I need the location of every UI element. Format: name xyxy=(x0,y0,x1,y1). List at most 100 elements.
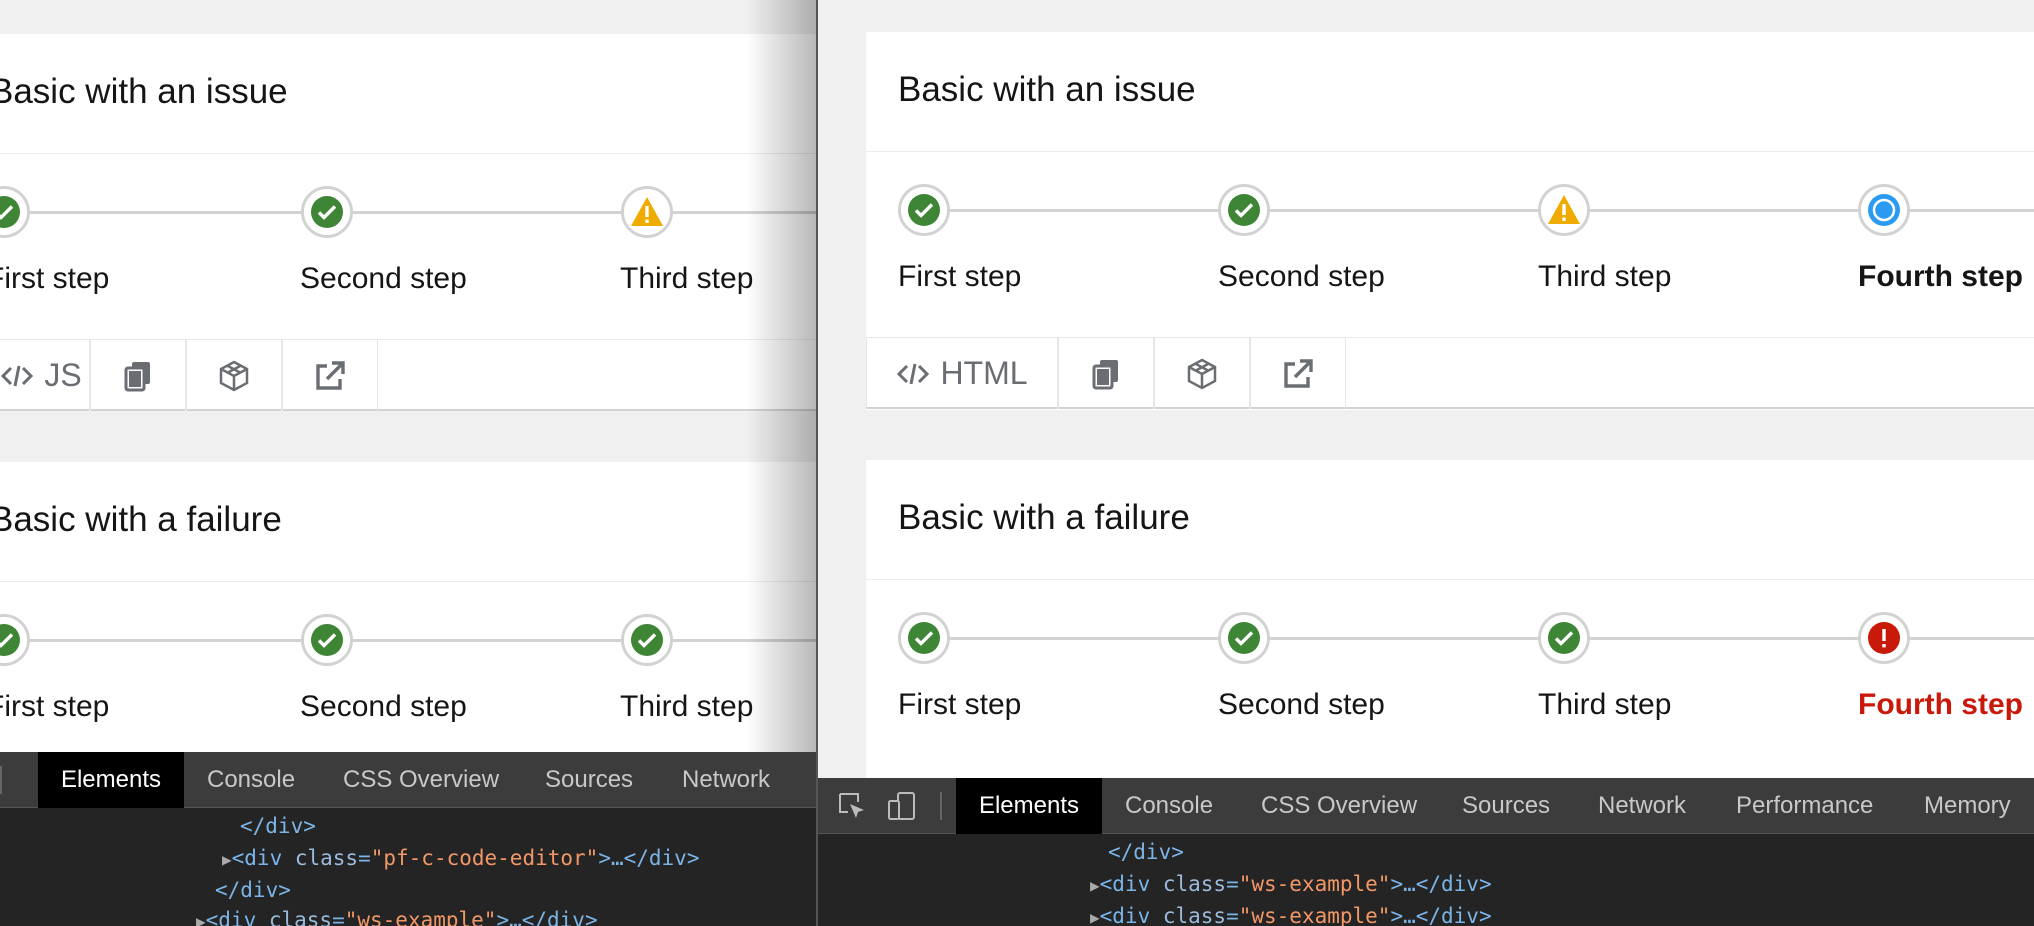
step-icon xyxy=(1538,184,1590,236)
devtools-tab-bar: Elements Console CSS Overview Sources Ne… xyxy=(818,778,2034,834)
tab-css-overview[interactable]: CSS Overview xyxy=(1261,778,1417,834)
tab-css-overview[interactable]: CSS Overview xyxy=(343,752,499,808)
step-icon xyxy=(1858,612,1910,664)
check-circle-icon xyxy=(908,622,940,654)
tab-network[interactable]: Network xyxy=(682,752,770,808)
devtools-tab-bar: Elements Console CSS Overview Sources Ne… xyxy=(0,752,816,808)
dom-node[interactable]: ▶<div class="ws-example">…</div> xyxy=(1090,904,1492,926)
step-label-current: Fourth step xyxy=(1858,260,2023,293)
lang-label: HTML xyxy=(940,355,1028,391)
copy-icon xyxy=(124,361,150,391)
dom-node[interactable]: ▶<div class="ws-example">…</div> xyxy=(1090,872,1492,896)
tab-memory[interactable]: Memory xyxy=(1924,778,2011,834)
check-circle-icon xyxy=(0,624,20,656)
code-toolbar: HTML xyxy=(866,337,2034,409)
codesandbox-button[interactable] xyxy=(1154,337,1250,409)
codesandbox-icon xyxy=(1187,358,1217,389)
open-new-window-button[interactable] xyxy=(282,339,378,411)
code-text: <div xyxy=(1099,904,1163,926)
divider xyxy=(866,151,2034,152)
code-value: "pf-c-code-editor" xyxy=(370,846,599,870)
example-card-failure: Basic with a failure First step Second s… xyxy=(0,462,816,762)
open-new-window-button[interactable] xyxy=(1250,337,1346,409)
example-card-issue: Basic with an issue First step Second st… xyxy=(866,32,2034,410)
step-icon xyxy=(301,186,353,238)
check-circle-icon xyxy=(631,624,663,656)
step-label: Second step xyxy=(1218,260,1385,293)
left-browser-pane: Basic with an issue First step Second st… xyxy=(0,0,816,926)
step-connector xyxy=(0,211,816,214)
code-text: >…</div> xyxy=(598,846,700,870)
dom-node[interactable]: </div> xyxy=(240,814,316,838)
step-icon xyxy=(0,186,30,238)
tab-sources[interactable]: Sources xyxy=(545,752,633,808)
step-label: Second step xyxy=(1218,688,1385,721)
section-title: Basic with an issue xyxy=(0,72,288,111)
tab-performance[interactable]: Performance xyxy=(1736,778,1873,834)
tab-console[interactable]: Console xyxy=(207,752,295,808)
code-text: <div xyxy=(231,846,295,870)
device-toolbar-icon[interactable] xyxy=(886,790,918,822)
dom-node[interactable]: </div> xyxy=(215,878,291,902)
step-label: Third step xyxy=(620,262,754,295)
code-toolbar: JS xyxy=(0,339,816,411)
dom-node[interactable]: </div> xyxy=(1108,840,1184,864)
tab-network[interactable]: Network xyxy=(1598,778,1686,834)
code-icon xyxy=(897,363,930,384)
step-label: Second step xyxy=(300,690,467,723)
code-attr: class xyxy=(294,846,359,870)
devtools-panel: Elements Console CSS Overview Sources Ne… xyxy=(818,778,2034,926)
right-browser-pane: Basic with an issue First step Second st… xyxy=(816,0,2034,926)
dom-node[interactable]: ▶<div class="ws-example">…</div> xyxy=(196,908,598,926)
step-icon xyxy=(621,614,673,666)
code-text: <div xyxy=(205,908,269,926)
tab-console[interactable]: Console xyxy=(1125,778,1213,834)
step-icon xyxy=(1218,612,1270,664)
expand-triangle-icon[interactable]: ▶ xyxy=(1090,908,1100,926)
step-icon xyxy=(1218,184,1270,236)
section-title: Basic with an issue xyxy=(898,70,1196,109)
tab-elements[interactable]: Elements xyxy=(956,778,1102,834)
section-title: Basic with a failure xyxy=(898,498,1190,537)
codesandbox-icon xyxy=(219,360,249,391)
code-value: "ws-example" xyxy=(344,908,497,926)
code-text: </div> xyxy=(1108,840,1184,864)
tab-sources[interactable]: Sources xyxy=(1462,778,1550,834)
html-code-toggle-button[interactable]: HTML xyxy=(866,337,1058,409)
step-icon xyxy=(301,614,353,666)
divider xyxy=(866,579,2034,580)
copy-button[interactable] xyxy=(1058,337,1154,409)
devtools-panel: Elements Console CSS Overview Sources Ne… xyxy=(0,752,816,926)
js-code-toggle-button[interactable]: JS xyxy=(0,339,90,411)
dom-node[interactable]: ▶<div class="pf-c-code-editor">…</div> xyxy=(222,846,699,870)
code-text: <div xyxy=(1099,872,1163,896)
copy-button[interactable] xyxy=(90,339,186,411)
check-circle-icon xyxy=(1548,622,1580,654)
error-circle-icon xyxy=(1868,622,1900,654)
inspect-element-icon[interactable] xyxy=(836,790,868,822)
step-label: Third step xyxy=(620,690,754,723)
current-step-icon xyxy=(1868,194,1900,226)
step-icon xyxy=(1858,184,1910,236)
code-text: >…</div> xyxy=(496,908,598,926)
step-icon xyxy=(621,186,673,238)
example-card-failure: Basic with a failure First step Second s… xyxy=(866,460,2034,790)
divider xyxy=(0,153,816,154)
warning-triangle-icon xyxy=(1548,195,1580,224)
divider xyxy=(0,581,816,582)
external-link-icon xyxy=(1284,358,1313,388)
expand-triangle-icon[interactable]: ▶ xyxy=(196,912,206,926)
step-icon xyxy=(0,614,30,666)
tab-elements[interactable]: Elements xyxy=(38,752,184,808)
expand-triangle-icon[interactable]: ▶ xyxy=(1090,876,1100,895)
toolbar-separator xyxy=(0,766,2,794)
codesandbox-button[interactable] xyxy=(186,339,282,411)
check-circle-icon xyxy=(0,196,20,228)
step-label: Third step xyxy=(1538,260,1672,293)
warning-triangle-icon xyxy=(631,197,663,226)
expand-triangle-icon[interactable]: ▶ xyxy=(222,850,232,869)
toolbar-separator xyxy=(940,792,942,820)
code-text: </div> xyxy=(215,878,291,902)
step-label-failed: Fourth step xyxy=(1858,688,2023,721)
check-circle-icon xyxy=(908,194,940,226)
